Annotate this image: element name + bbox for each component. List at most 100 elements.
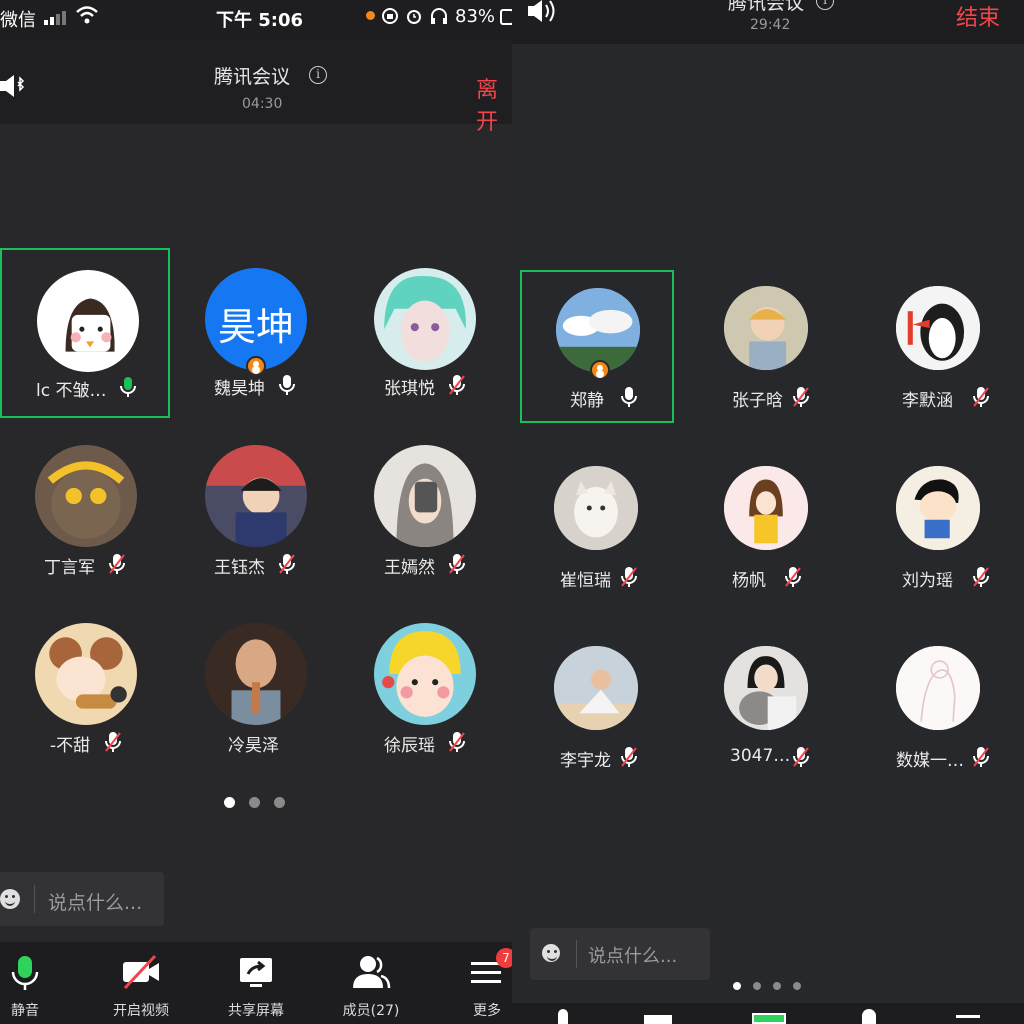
- mic-muted-icon: [973, 567, 989, 587]
- status-bar: 微信 下午 5:06 83%: [0, 0, 512, 34]
- avatar-initials: 昊坤: [217, 305, 294, 349]
- divider: [34, 885, 35, 913]
- notification-badge: 7: [496, 948, 512, 968]
- participant-tile[interactable]: 徐辰瑶: [340, 603, 510, 773]
- participant-name: 崔恒瑞: [560, 571, 611, 591]
- participant-tile[interactable]: 张琪悦: [340, 248, 510, 418]
- participant-name: 徐辰瑶: [384, 736, 435, 756]
- share-screen-button[interactable]: 共享屏幕: [211, 942, 301, 1024]
- avatar: [205, 623, 307, 725]
- participant-name: 王钰杰: [214, 558, 265, 578]
- participant-tile[interactable]: 王钰杰: [170, 425, 340, 595]
- participant-tile[interactable]: 丁言军: [0, 425, 170, 595]
- page-dot[interactable]: [249, 797, 260, 808]
- avatar: [35, 445, 137, 547]
- meeting-header: 腾讯会议 i 29:42 结束: [512, 0, 1024, 44]
- avatar: [374, 623, 476, 725]
- alarm-icon: [407, 10, 421, 24]
- rotation-lock-icon: [382, 8, 398, 24]
- chat-input[interactable]: 说点什么...: [530, 928, 710, 980]
- participant-tile[interactable]: 张子晗: [690, 270, 844, 423]
- start-video-button[interactable]: 开启视频: [96, 942, 186, 1024]
- meeting-title: 腾讯会议: [214, 66, 291, 88]
- avatar: [205, 445, 307, 547]
- avatar: [724, 466, 808, 550]
- participant-tile[interactable]: 王嫣然: [340, 425, 510, 595]
- page-dot[interactable]: [773, 982, 781, 990]
- avatar: [724, 646, 808, 730]
- meeting-title: 腾讯会议: [728, 0, 805, 14]
- more-icon[interactable]: [956, 1015, 980, 1018]
- share-screen-icon[interactable]: [752, 1013, 786, 1024]
- info-icon[interactable]: i: [309, 66, 327, 84]
- participant-tile[interactable]: lc 不皱…: [0, 248, 170, 418]
- participant-tile[interactable]: -不甜: [0, 603, 170, 773]
- signal-icon: [44, 11, 66, 25]
- mic-muted-icon: [973, 387, 989, 407]
- participant-name: 冷昊泽: [228, 736, 279, 756]
- page-dot-active[interactable]: [224, 797, 235, 808]
- page-indicator[interactable]: [733, 982, 801, 990]
- mic-muted-icon: [449, 554, 465, 574]
- mic-muted-icon: [785, 567, 801, 587]
- participant-tile[interactable]: 李宇龙: [520, 630, 674, 783]
- end-meeting-button[interactable]: 结束: [956, 0, 1000, 32]
- video-off-icon[interactable]: [644, 1015, 672, 1024]
- wifi-icon: [76, 6, 98, 24]
- page-indicator[interactable]: [224, 797, 285, 808]
- mic-muted-icon: [105, 732, 121, 752]
- participant-tile[interactable]: 郑静: [520, 270, 674, 423]
- status-time: 下午 5:06: [216, 10, 304, 31]
- avatar: [374, 268, 476, 370]
- info-icon[interactable]: i: [816, 0, 834, 10]
- host-badge-icon: [590, 360, 610, 380]
- meeting-timer: 04:30: [242, 96, 283, 112]
- bottom-toolbar: [512, 1003, 1024, 1024]
- participant-name: 杨帆: [732, 571, 766, 591]
- participant-name: 李默涵: [902, 391, 953, 411]
- members-label: 成员(27): [342, 1003, 400, 1019]
- participant-tile[interactable]: 杨帆: [690, 450, 844, 603]
- mic-muted-icon: [793, 387, 809, 407]
- emoji-icon[interactable]: [0, 889, 20, 909]
- participant-name: 数媒一…: [896, 751, 964, 771]
- battery-percent: 83%: [455, 6, 496, 27]
- page-dot[interactable]: [753, 982, 761, 990]
- leave-button[interactable]: 离开: [476, 72, 512, 136]
- bluetooth-speaker-icon[interactable]: [0, 72, 26, 100]
- participant-name: 刘为瑶: [902, 571, 953, 591]
- mic-muted-icon: [621, 567, 637, 587]
- mic-muted-icon: [449, 732, 465, 752]
- participant-tile[interactable]: 崔恒瑞: [520, 450, 674, 603]
- chat-input[interactable]: 说点什么...: [0, 872, 164, 926]
- status-carrier: 微信: [0, 10, 36, 31]
- share-screen-icon: [240, 958, 272, 987]
- speaker-icon[interactable]: [528, 0, 558, 24]
- participant-tile[interactable]: 数媒一…: [860, 630, 1014, 783]
- more-button[interactable]: 7 更多: [442, 942, 512, 1024]
- meeting-header: 腾讯会议 i 04:30 离开: [0, 34, 512, 135]
- host-badge-icon: [246, 356, 266, 376]
- page-dot[interactable]: [793, 982, 801, 990]
- right-meeting-screen: 腾讯会议 i 29:42 结束 郑静 张子晗 李默涵 崔恒瑞 杨帆 刘为瑶 李宇…: [512, 0, 1024, 1024]
- page-dot-active[interactable]: [733, 982, 741, 990]
- start-video-label: 开启视频: [113, 1003, 169, 1019]
- members-button[interactable]: 成员(27): [326, 942, 416, 1024]
- participant-tile[interactable]: 李默涵: [860, 270, 1014, 423]
- bottom-toolbar: 静音 开启视频 共享屏幕 成员(27) 7 更多: [0, 942, 512, 1024]
- avatar: [554, 646, 638, 730]
- avatar: [35, 623, 137, 725]
- participant-tile[interactable]: 昊坤 魏昊坤: [170, 248, 340, 418]
- mute-button[interactable]: 静音: [0, 942, 70, 1024]
- participant-tile[interactable]: 刘为瑶: [860, 450, 1014, 603]
- members-icon[interactable]: [862, 1009, 876, 1024]
- page-dot[interactable]: [274, 797, 285, 808]
- participant-tile[interactable]: 冷昊泽: [170, 603, 340, 773]
- divider: [576, 940, 577, 968]
- recording-dot-icon: [366, 11, 375, 20]
- participant-name: 李宇龙: [560, 751, 611, 771]
- emoji-icon[interactable]: [542, 944, 560, 962]
- participant-name: -不甜: [50, 736, 91, 756]
- participant-tile[interactable]: 3047…: [690, 630, 844, 783]
- mic-icon[interactable]: [558, 1009, 568, 1024]
